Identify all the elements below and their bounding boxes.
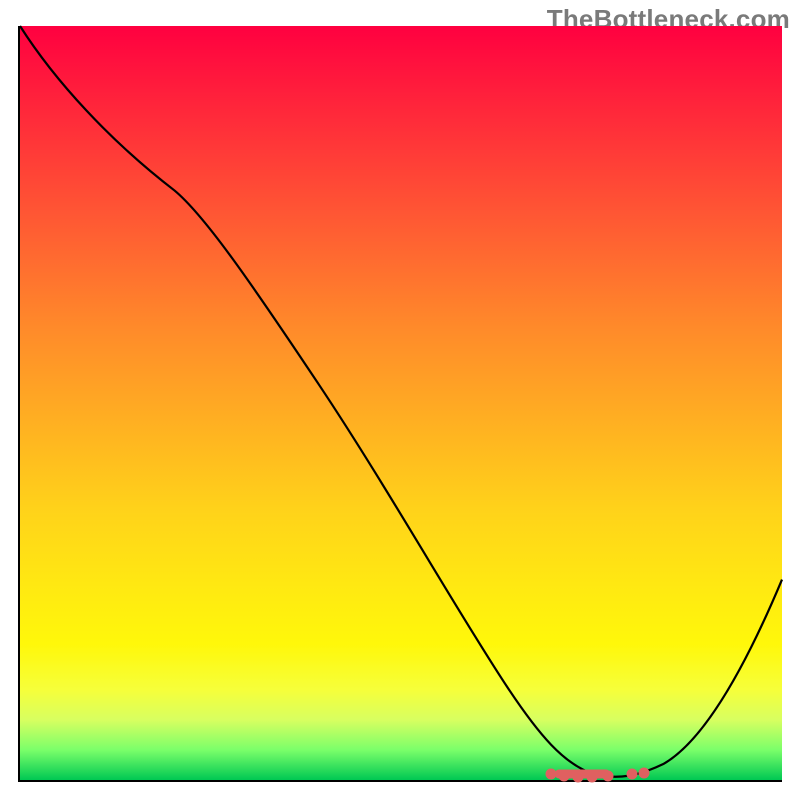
marker-dot bbox=[559, 771, 570, 782]
marker-dot bbox=[573, 772, 584, 783]
marker-dot bbox=[603, 771, 614, 782]
bottleneck-curve-path bbox=[20, 26, 782, 777]
bottleneck-chart: TheBottleneck.com bbox=[0, 0, 800, 800]
marker-dot bbox=[587, 772, 598, 783]
marker-dot bbox=[627, 769, 638, 780]
marker-dot bbox=[546, 769, 557, 780]
marker-dot bbox=[639, 768, 650, 779]
curve-svg bbox=[20, 26, 782, 780]
plot-area bbox=[18, 26, 782, 782]
